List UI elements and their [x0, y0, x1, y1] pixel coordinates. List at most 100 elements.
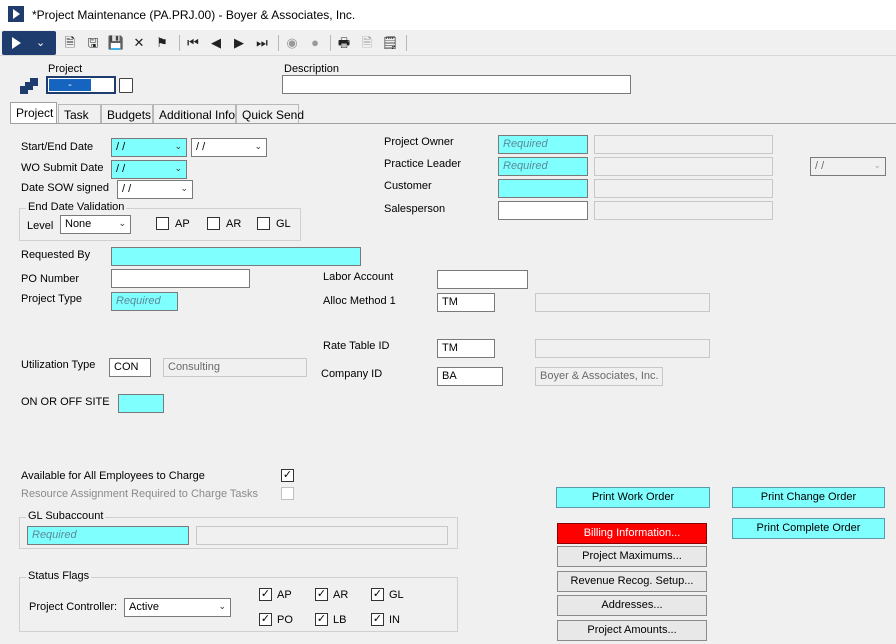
previous-icon[interactable]: ◀ [207, 34, 225, 52]
toolbar-separator [179, 35, 180, 51]
project-owner-field[interactable]: Required [498, 135, 588, 154]
tab-additional-info[interactable]: Additional Info [153, 104, 236, 124]
last-icon[interactable]: ⏭ [253, 34, 271, 52]
project-amounts-button[interactable]: Project Amounts... [557, 620, 707, 641]
customer-field[interactable] [498, 179, 588, 198]
customer-label: Customer [384, 180, 432, 192]
flag-ar-label: AR [333, 589, 349, 601]
toolbar-separator [406, 35, 407, 51]
validation-ap-checkbox[interactable] [156, 217, 169, 230]
on-off-site-field[interactable] [118, 394, 164, 413]
attach-icon[interactable]: ● [306, 34, 324, 52]
validation-ap-label: AP [175, 218, 190, 230]
cancel-icon[interactable]: ⚑ [153, 34, 171, 52]
toolbar-separator [330, 35, 331, 51]
revenue-recog-setup-button[interactable]: Revenue Recog. Setup... [557, 571, 707, 592]
po-number-field[interactable] [111, 269, 250, 288]
window-title: *Project Maintenance (PA.PRJ.00) - Boyer… [32, 8, 356, 22]
practice-leader-field[interactable]: Required [498, 157, 588, 176]
project-controller-label: Project Controller: [29, 601, 118, 613]
project-label: Project [48, 63, 83, 75]
tab-task[interactable]: Task [58, 104, 101, 124]
labor-account-field[interactable] [437, 270, 528, 289]
tab-project[interactable]: Project [10, 102, 57, 124]
notes-icon[interactable]: 🗒 [381, 34, 399, 52]
level-select[interactable]: None ⌄ [60, 215, 131, 234]
project-owner-label: Project Owner [384, 136, 454, 148]
tab-budgets[interactable]: Budgets [101, 104, 153, 124]
save-close-icon[interactable]: 💾 [107, 34, 125, 52]
flag-lb-checkbox[interactable]: ✓ [315, 613, 328, 626]
print-change-order-button[interactable]: Print Change Order [732, 487, 885, 508]
alloc-method-desc [535, 293, 710, 312]
project-maximums-button[interactable]: Project Maximums... [557, 546, 707, 567]
copy-icon[interactable]: 🗎 [358, 34, 376, 52]
resource-assignment-label: Resource Assignment Required to Charge T… [21, 488, 259, 500]
requested-by-label: Requested By [21, 249, 91, 261]
app-menu-button[interactable]: ⌄ [2, 31, 56, 55]
company-id-field[interactable]: BA [437, 367, 503, 386]
rate-table-field[interactable]: TM [437, 339, 495, 358]
description-field[interactable] [282, 75, 631, 94]
navigator-icon[interactable] [20, 78, 38, 94]
chevron-down-icon: ⌄ [254, 141, 262, 151]
gl-subaccount-label: GL Subaccount [26, 510, 106, 522]
alloc-method-label: Alloc Method 1 [323, 295, 396, 307]
rate-table-desc [535, 339, 710, 358]
available-all-checkbox[interactable]: ✓ [281, 469, 294, 482]
on-off-site-label: ON OR OFF SITE [21, 396, 110, 408]
flag-lb-label: LB [333, 614, 347, 626]
rate-table-label: Rate Table ID [323, 340, 390, 352]
print-complete-order-button[interactable]: Print Complete Order [732, 518, 885, 539]
end-date-validation-label: End Date Validation [26, 201, 127, 213]
utilization-type-field[interactable]: CON [109, 358, 151, 377]
addresses-button[interactable]: Addresses... [557, 595, 707, 616]
project-id-field[interactable]: - [46, 76, 116, 94]
chevron-down-icon: ⌄ [36, 37, 46, 49]
play-icon [12, 37, 21, 49]
sow-signed-date-field[interactable]: / / ⌄ [117, 180, 193, 199]
next-icon[interactable]: ▶ [230, 34, 248, 52]
alloc-method-field[interactable]: TM [437, 293, 495, 312]
tab-quick-send[interactable]: Quick Send [236, 104, 304, 124]
delete-icon[interactable]: ✕ [130, 34, 148, 52]
flag-po-label: PO [277, 614, 293, 626]
project-type-field[interactable]: Required [111, 292, 178, 311]
print-icon[interactable]: 🖶 [335, 34, 353, 52]
wo-submit-date-field[interactable]: / / ⌄ [111, 160, 187, 179]
flag-ap-label: AP [277, 589, 292, 601]
flag-ar-checkbox[interactable]: ✓ [315, 588, 328, 601]
app-logo-icon [8, 6, 24, 22]
validation-ar-checkbox[interactable] [207, 217, 220, 230]
new-icon[interactable]: 🗎 [61, 34, 79, 52]
requested-by-field[interactable] [111, 247, 361, 266]
validation-gl-checkbox[interactable] [257, 217, 270, 230]
flag-gl-label: GL [389, 589, 404, 601]
save-icon[interactable]: 🖫 [84, 34, 102, 52]
chevron-down-icon: ⌄ [174, 163, 182, 173]
gl-subaccount-desc [196, 526, 448, 545]
first-icon[interactable]: ⏮ [184, 34, 202, 52]
start-date-value: / / [116, 141, 126, 153]
company-name: Boyer & Associates, Inc. [535, 367, 663, 386]
flag-po-checkbox[interactable]: ✓ [259, 613, 272, 626]
billing-information-button[interactable]: Billing Information... [557, 523, 707, 544]
company-id-label: Company ID [321, 368, 383, 380]
resource-assignment-checkbox[interactable] [281, 487, 294, 500]
end-date-field[interactable]: / / ⌄ [191, 138, 267, 157]
level-label: Level [27, 220, 54, 232]
flag-gl-checkbox[interactable]: ✓ [371, 588, 384, 601]
print-work-order-button[interactable]: Print Work Order [556, 487, 710, 508]
flag-ap-checkbox[interactable]: ✓ [259, 588, 272, 601]
title-bar: *Project Maintenance (PA.PRJ.00) - Boyer… [0, 0, 896, 30]
start-date-field[interactable]: / / ⌄ [111, 138, 187, 157]
salesperson-field[interactable] [498, 201, 588, 220]
project-lookup-icon[interactable] [119, 78, 133, 93]
connect-icon[interactable]: ◉ [283, 34, 301, 52]
validation-ar-label: AR [226, 218, 242, 230]
salesperson-label: Salesperson [384, 203, 446, 215]
project-controller-select[interactable]: Active ⌄ [124, 598, 231, 617]
flag-in-checkbox[interactable]: ✓ [371, 613, 384, 626]
gl-subaccount-field[interactable]: Required [27, 526, 189, 545]
project-owner-name [594, 135, 773, 154]
